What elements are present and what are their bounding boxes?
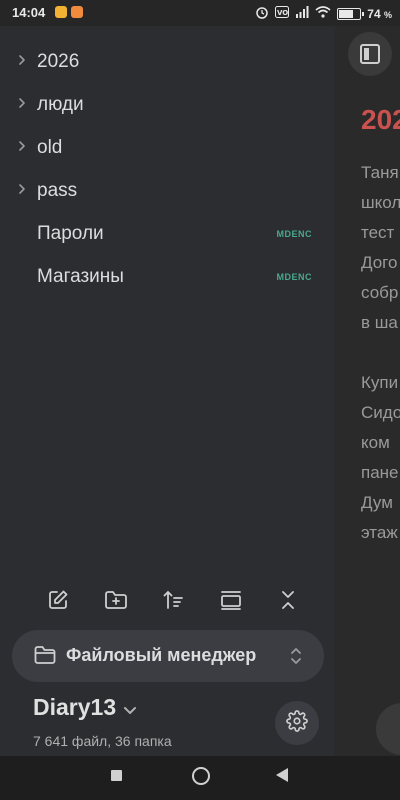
editor-action-button[interactable] <box>376 703 400 755</box>
chevron-right-icon[interactable] <box>18 139 28 155</box>
note-body-line: пане <box>361 463 399 482</box>
note-body-line: Сидо <box>361 403 400 422</box>
note-body-line: школ <box>361 193 400 212</box>
tree-item-label: Магазины <box>37 265 124 287</box>
chevron-down-icon[interactable] <box>123 703 137 721</box>
sort-icon[interactable] <box>158 585 188 615</box>
battery-percent: 74 % <box>367 6 392 21</box>
status-bar: 14:04 VO 74 % <box>0 0 400 26</box>
vault-name[interactable]: Diary13 <box>33 694 116 721</box>
back-button[interactable] <box>276 768 288 782</box>
folder-icon <box>34 645 56 670</box>
tree-folder[interactable]: pass <box>0 169 334 212</box>
vault-stats: 7 641 файл, 36 папка <box>33 733 172 749</box>
tree-item-label: 2026 <box>37 50 80 72</box>
note-body-line: Купи <box>361 373 399 392</box>
tree-item-label: old <box>37 136 63 158</box>
note-body-line: тест <box>361 223 395 242</box>
new-folder-icon[interactable] <box>101 585 131 615</box>
note-title: 202 <box>361 104 400 135</box>
tree-folder[interactable]: люди <box>0 83 334 126</box>
chevron-right-icon[interactable] <box>18 53 28 69</box>
note-body-line: этаж <box>361 523 398 542</box>
volte-icon: VO <box>275 6 290 21</box>
file-manager-label: Файловый менеджер <box>66 645 257 665</box>
tree-item-label: Пароли <box>37 222 104 244</box>
wifi-icon <box>315 6 331 21</box>
settings-button[interactable] <box>275 701 319 745</box>
chevron-right-icon[interactable] <box>18 96 28 112</box>
chevron-up-down-icon <box>290 646 302 671</box>
tree-item-label: pass <box>37 179 78 201</box>
gear-icon <box>286 709 308 737</box>
tree-folder[interactable]: old <box>0 126 334 169</box>
alarm-icon <box>255 5 269 22</box>
chevron-right-icon[interactable] <box>18 182 28 198</box>
note-body-line: в ша <box>361 313 398 332</box>
collapse-all-icon[interactable] <box>273 585 303 615</box>
home-button[interactable] <box>192 767 210 785</box>
note-body-line: Таня <box>361 163 399 182</box>
tree-file[interactable]: Магазины MDENC <box>0 255 334 298</box>
auto-reveal-icon[interactable] <box>216 585 246 615</box>
sidebar-icon <box>360 44 380 64</box>
recent-apps-button[interactable] <box>111 770 122 781</box>
tree-file[interactable]: Пароли MDENC <box>0 212 334 255</box>
sidebar-toggle-button[interactable] <box>348 32 392 76</box>
file-explorer-toolbar <box>43 584 303 616</box>
note-body-line: Дого <box>361 253 398 272</box>
file-extension-tag: MDENC <box>276 228 312 239</box>
tree-folder[interactable]: 2026 <box>0 40 334 83</box>
file-tree: 2026 люди old pass Пароли MDENC Магазины MDENC <box>0 40 334 298</box>
notification-mail-icon <box>71 6 83 18</box>
status-time: 14:04 <box>12 5 46 20</box>
editor-pane[interactable]: 202 Таня школ тест Дого собр в ша Купи Сидо ком п… <box>334 26 400 756</box>
new-note-icon[interactable] <box>43 585 73 615</box>
file-extension-tag: MDENC <box>276 271 312 282</box>
file-manager-switcher[interactable]: Файловый менеджер <box>12 630 324 682</box>
note-body-line: Дум <box>361 493 393 512</box>
tree-item-label: люди <box>37 93 84 115</box>
svg-text:VO: VO <box>277 9 288 17</box>
note-body-line: собр <box>361 283 399 302</box>
system-nav-bar <box>0 756 400 800</box>
note-body-line: ком <box>361 433 390 452</box>
file-explorer-drawer: 2026 люди old pass Пароли MDENC Магазины MDENC … <box>0 26 334 756</box>
battery-icon <box>337 7 365 20</box>
signal-icon <box>295 6 309 21</box>
notification-app-icon <box>55 6 67 18</box>
